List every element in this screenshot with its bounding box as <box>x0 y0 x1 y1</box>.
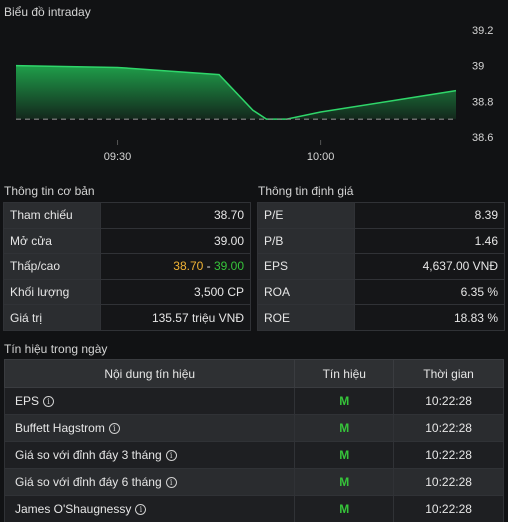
signal-row: EPS i M 10:22:28 <box>3 387 504 415</box>
roa-value: 6.35 % <box>354 278 505 306</box>
eps-value: 4,637.00 VNĐ <box>354 253 505 280</box>
signal-row: Giá so với đỉnh đáy 6 tháng i M 10:22:28 <box>3 468 504 496</box>
signals-header-row: Nội dung tín hiệu Tín hiệu Thời gian <box>3 359 504 388</box>
y-tick-label: 39 <box>472 61 484 73</box>
basic-info-row: Thấp/cao 38.70 - 39.00 <box>3 253 251 280</box>
signal-time: 10:22:28 <box>393 414 504 442</box>
signal-value: M <box>294 414 395 442</box>
signals-header-content: Nội dung tín hiệu <box>3 359 296 388</box>
signal-name-cell: Buffett Hagstrom i <box>3 414 296 442</box>
signal-name: EPS <box>15 394 40 408</box>
signal-time: 10:22:28 <box>393 387 504 415</box>
signal-name: Giá so với đỉnh đáy 3 tháng <box>15 448 162 462</box>
basic-info-row: Mở cửa 39.00 <box>3 227 251 255</box>
low-high-separator: - <box>203 259 214 274</box>
basic-info-row: Khối lượng 3,500 CP <box>3 278 251 306</box>
valuation-label: P/E <box>257 202 355 229</box>
pe-value: 8.39 <box>354 202 505 229</box>
basic-info-label: Mở cửa <box>3 227 101 255</box>
valuation-label: P/B <box>257 227 355 255</box>
signal-time: 10:22:28 <box>393 495 504 522</box>
roe-value: 18.83 % <box>354 304 505 331</box>
signal-name: Buffett Hagstrom <box>15 421 105 435</box>
signal-name-cell: EPS i <box>3 387 296 415</box>
y-tick-label: 39.2 <box>472 25 493 37</box>
pb-value: 1.46 <box>354 227 505 255</box>
signals-title: Tín hiệu trong ngày <box>4 342 108 356</box>
valuation-label: ROA <box>257 278 355 306</box>
basic-info-row: Tham chiếu 38.70 <box>3 202 251 229</box>
low-price: 38.70 <box>173 259 204 274</box>
basic-info-title: Thông tin cơ bản <box>4 184 95 198</box>
signal-name-cell: James O'Shaugnessy i <box>3 495 296 522</box>
valuation-row: EPS 4,637.00 VNĐ <box>257 253 505 280</box>
signal-time: 10:22:28 <box>393 468 504 496</box>
valuation-label: EPS <box>257 253 355 280</box>
info-icon[interactable]: i <box>165 477 177 489</box>
basic-info-label: Thấp/cao <box>3 253 101 280</box>
signal-time: 10:22:28 <box>393 441 504 469</box>
signal-row: Giá so với đỉnh đáy 3 tháng i M 10:22:28 <box>3 441 504 469</box>
signals-header-signal: Tín hiệu <box>294 359 395 388</box>
volume-value: 3,500 CP <box>100 278 251 306</box>
valuation-info-table: P/E 8.39 P/B 1.46 EPS 4,637.00 VNĐ ROA 6… <box>257 202 505 331</box>
valuation-row: ROE 18.83 % <box>257 304 505 331</box>
basic-info-row: Giá trị 135.57 triệu VNĐ <box>3 304 251 331</box>
basic-info-table: Tham chiếu 38.70 Mở cửa 39.00 Thấp/cao 3… <box>3 202 251 331</box>
info-icon[interactable]: i <box>165 450 177 462</box>
info-icon[interactable]: i <box>135 504 147 516</box>
trade-value: 135.57 triệu VNĐ <box>100 304 251 331</box>
high-price: 39.00 <box>213 259 244 274</box>
signal-name-cell: Giá so với đỉnh đáy 3 tháng i <box>3 441 296 469</box>
signal-name: Giá so với đỉnh đáy 6 tháng <box>15 475 162 489</box>
valuation-row: P/E 8.39 <box>257 202 505 229</box>
basic-info-label: Khối lượng <box>3 278 101 306</box>
info-icon[interactable]: i <box>108 423 120 435</box>
signal-value: M <box>294 468 395 496</box>
valuation-row: P/B 1.46 <box>257 227 505 255</box>
signals-header-time: Thời gian <box>393 359 504 388</box>
signal-row: James O'Shaugnessy i M 10:22:28 <box>3 495 504 522</box>
info-icon[interactable]: i <box>43 396 55 408</box>
chart-svg: 09:30 10:00 39.2 39 38.8 38.6 <box>15 25 493 163</box>
open-price-value: 39.00 <box>100 227 251 255</box>
signal-value: M <box>294 495 395 522</box>
signal-name-cell: Giá so với đỉnh đáy 6 tháng i <box>3 468 296 496</box>
y-tick-label: 38.6 <box>472 132 493 144</box>
signal-value: M <box>294 387 395 415</box>
intraday-chart: Biểu đồ intraday 09:30 10:00 39.2 39 38.8 38.… <box>0 0 508 175</box>
y-tick-label: 38.8 <box>472 96 493 108</box>
basic-info-label: Giá trị <box>3 304 101 331</box>
signal-name: James O'Shaugnessy <box>15 502 132 516</box>
signal-row: Buffett Hagstrom i M 10:22:28 <box>3 414 504 442</box>
valuation-info-title: Thông tin định giá <box>258 184 354 198</box>
x-tick-label: 10:00 <box>307 151 335 163</box>
valuation-label: ROE <box>257 304 355 331</box>
low-high-value: 38.70 - 39.00 <box>100 253 251 280</box>
valuation-row: ROA 6.35 % <box>257 278 505 306</box>
signals-table: Nội dung tín hiệu Tín hiệu Thời gian EPS… <box>3 359 504 522</box>
reference-price-value: 38.70 <box>100 202 251 229</box>
basic-info-label: Tham chiếu <box>3 202 101 229</box>
x-tick-label: 09:30 <box>104 151 132 163</box>
signal-value: M <box>294 441 395 469</box>
